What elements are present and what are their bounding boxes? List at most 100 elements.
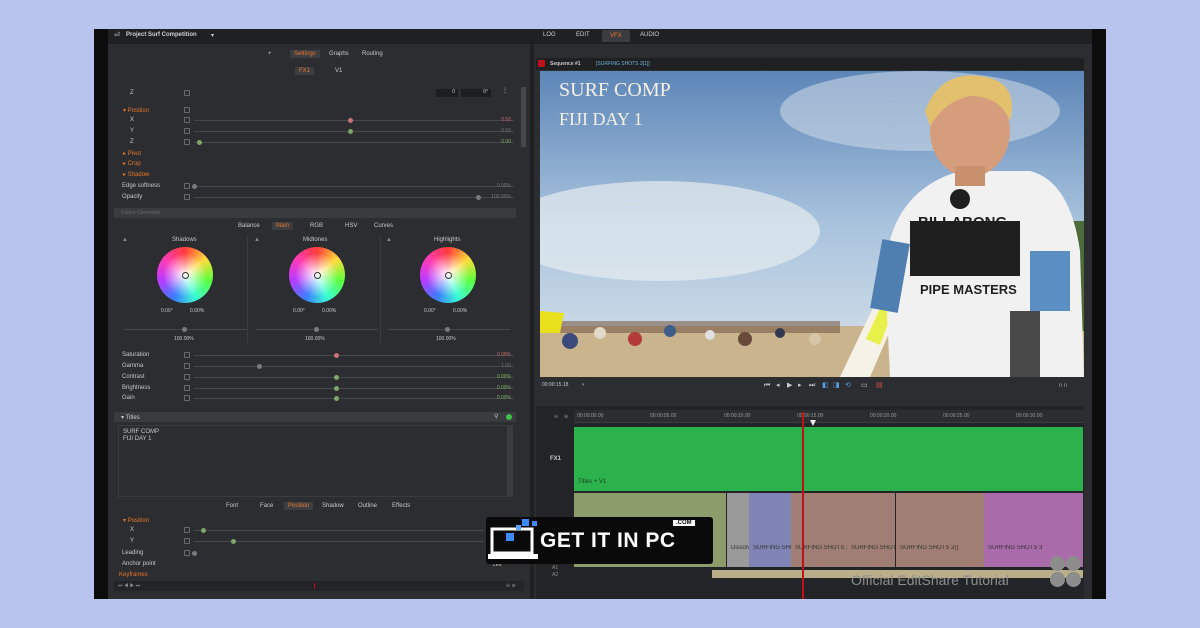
project-menu-icon[interactable]: ⏎ (114, 31, 120, 39)
tab-outline[interactable]: Outline (354, 502, 381, 510)
link-icon[interactable] (184, 527, 190, 533)
chevron-down-icon[interactable]: ▾ (211, 32, 214, 39)
keyframe-bar[interactable]: ⏮ ◀ ▶ ⏭ ⊖ ⊕ (114, 581, 524, 591)
playhead[interactable] (802, 412, 804, 599)
position-z-handle[interactable] (197, 140, 202, 145)
opacity-slider[interactable] (194, 197, 514, 198)
title-x-handle[interactable] (201, 528, 206, 533)
position-y-handle[interactable] (348, 129, 353, 134)
gamma-slider[interactable] (194, 366, 514, 367)
video-frame[interactable]: BILLABONG PIPE MASTERS SURF COMP FIJI DA… (540, 71, 1084, 377)
add-icon[interactable]: + (268, 51, 272, 57)
link-icon[interactable] (184, 183, 190, 189)
triangle-icon[interactable]: ▲ (254, 237, 260, 243)
mark-in-icon[interactable]: ◧ (822, 382, 829, 389)
edge-softness-slider[interactable] (194, 186, 514, 187)
title-y-handle[interactable] (231, 539, 236, 544)
shadows-wheel[interactable] (157, 247, 213, 303)
brightness-slider[interactable] (194, 388, 514, 389)
project-title[interactable]: Project Surf Competition (126, 32, 197, 38)
tab-log[interactable]: LOG (543, 32, 556, 38)
contrast-handle[interactable] (334, 375, 339, 380)
title-y-slider[interactable] (194, 541, 484, 542)
audio-icon[interactable]: ∩∩ (1058, 382, 1068, 389)
title-position-group[interactable]: ▾ Position (123, 517, 149, 524)
timeline-clip[interactable]: SURFING SHOTS 2( (791, 493, 849, 567)
tab-effects[interactable]: Effects (388, 502, 414, 510)
highlights-level-handle[interactable] (445, 327, 450, 332)
keyframes-label[interactable]: Keyframes (119, 572, 148, 578)
tab-font[interactable]: Font (222, 502, 242, 510)
tab-v1[interactable]: V1 (331, 67, 346, 75)
title-x-slider[interactable] (194, 530, 484, 531)
z-angle-field[interactable]: 0° (461, 89, 491, 97)
gain-handle[interactable] (334, 396, 339, 401)
position-y-slider[interactable] (194, 131, 514, 132)
tab-main[interactable]: Main (272, 222, 294, 230)
gain-slider[interactable] (194, 398, 514, 399)
gamma-handle[interactable] (257, 364, 262, 369)
track-label-a2[interactable]: A2 (552, 572, 558, 578)
link-icon[interactable] (184, 107, 190, 113)
link-icon[interactable] (184, 128, 190, 134)
saturation-handle[interactable] (334, 353, 339, 358)
link-icon[interactable] (184, 117, 190, 123)
triangle-icon[interactable]: ▲ (122, 237, 128, 243)
link-icon[interactable] (184, 538, 190, 544)
tab-graphs[interactable]: Graphs (325, 50, 353, 58)
fx-clip[interactable]: Titles + V1 (574, 427, 1083, 491)
skip-forward-icon[interactable]: ⏭ (809, 382, 815, 389)
midtones-level-handle[interactable] (314, 327, 319, 332)
contrast-slider[interactable] (194, 377, 514, 378)
colour-correction-header[interactable]: Colour Correction (114, 208, 516, 218)
mark-out-icon[interactable]: ◨ (833, 382, 840, 389)
chevron-down-icon[interactable]: ▾ (582, 382, 585, 388)
zoom-out-icon[interactable]: ⊖ (554, 414, 558, 420)
z-value-field[interactable]: 0 (436, 89, 458, 97)
edge-softness-handle[interactable] (192, 184, 197, 189)
track-label-a1[interactable]: A1 (552, 565, 558, 571)
tab-rgb[interactable]: RGB (306, 222, 327, 230)
link-icon[interactable] (184, 139, 190, 145)
keyframe-playhead[interactable] (314, 583, 315, 589)
zoom-icons[interactable]: ⊖ ⊕ (506, 583, 516, 589)
highlights-wheel[interactable] (420, 247, 476, 303)
tab-routing[interactable]: Routing (358, 50, 387, 58)
record-icon[interactable] (538, 60, 545, 67)
tab-position[interactable]: Position (284, 502, 314, 510)
keyframe-nav-icons[interactable]: ⏮ ◀ ▶ ⏭ (118, 583, 140, 589)
step-forward-icon[interactable]: ▸ (798, 382, 802, 389)
tab-curves[interactable]: Curves (370, 222, 397, 230)
play-icon[interactable]: ▶ (787, 382, 792, 389)
shadow-group[interactable]: ▸ Shadow (123, 171, 149, 178)
track-label-fx1[interactable]: FX1 (550, 456, 561, 462)
tab-balance[interactable]: Balance (234, 222, 264, 230)
text-scrollbar[interactable] (508, 425, 513, 497)
tab-hsv[interactable]: HSV (341, 222, 361, 230)
scrollbar[interactable] (521, 87, 526, 147)
position-x-handle[interactable] (348, 118, 353, 123)
link-icon[interactable] (184, 395, 190, 401)
zoom-in-icon[interactable]: ⊕ (564, 414, 568, 420)
loop-icon[interactable]: ⟲ (845, 382, 851, 389)
tab-shadow[interactable]: Shadow (318, 502, 348, 510)
leading-handle[interactable] (192, 551, 197, 556)
pin-icon[interactable]: ⚲ (494, 413, 498, 420)
enable-indicator[interactable] (506, 414, 512, 420)
tab-face[interactable]: Face (256, 502, 277, 510)
link-icon[interactable] (184, 352, 190, 358)
viewer-timecode[interactable]: 00:00:15.18 (542, 382, 568, 388)
triangle-icon[interactable]: ▲ (386, 237, 392, 243)
pivot-group[interactable]: ▸ Pivot (123, 150, 141, 157)
overlay-toggle-icon[interactable]: ▤ (876, 382, 883, 389)
more-icon[interactable]: ⋮ (502, 87, 508, 94)
position-group[interactable]: ▾ Position (123, 107, 149, 114)
timeline-clip[interactable]: SURFING SHOTS (847, 493, 897, 567)
timeline-clip[interactable]: SURFING SHOTS 2() (896, 493, 984, 567)
link-icon[interactable] (184, 374, 190, 380)
link-icon[interactable] (184, 90, 190, 96)
tab-settings[interactable]: Settings (290, 50, 320, 58)
timeline-clip[interactable]: SURFING SHOTS (749, 493, 793, 567)
tab-audio[interactable]: AUDIO (640, 32, 659, 38)
link-icon[interactable] (184, 550, 190, 556)
